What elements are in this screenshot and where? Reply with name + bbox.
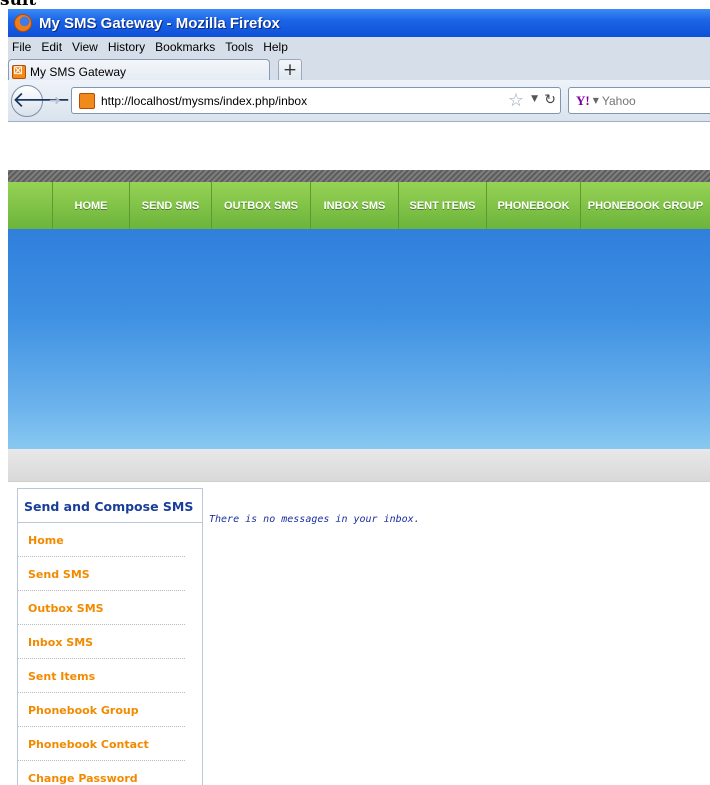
back-button[interactable]: 🡐 [11, 85, 71, 117]
menubar: File Edit View History Bookmarks Tools H… [8, 37, 710, 83]
sidebar-item-send-sms[interactable]: Send SMS [18, 557, 185, 591]
search-bar[interactable]: Y! ▼ [568, 87, 710, 114]
sidebar-item-phonebook-contact[interactable]: Phonebook Contact [18, 727, 185, 761]
nav-phonebook[interactable]: PHONEBOOK [486, 182, 580, 229]
yahoo-logo-icon[interactable]: Y! [576, 93, 590, 109]
forward-button[interactable]: ➜ [44, 91, 66, 111]
window-title: My SMS Gateway - Mozilla Firefox [39, 14, 280, 32]
menu-help[interactable]: Help [263, 40, 288, 54]
address-url: http://localhost/mysms/index.php/inbox [101, 93, 308, 108]
sidebar-item-change-password[interactable]: Change Password [18, 761, 185, 785]
nav-outbox-sms[interactable]: OUTBOX SMS [211, 182, 310, 229]
bookmark-star-icon[interactable]: ☆ [508, 90, 524, 111]
sidebar-item-phonebook-group[interactable]: Phonebook Group [18, 693, 185, 727]
xampp-favicon-icon [79, 92, 95, 109]
nav-home[interactable]: HOME [52, 182, 129, 229]
site-navigation: HOME SEND SMS OUTBOX SMS INBOX SMS SENT … [8, 182, 710, 229]
sidebar-item-sent-items[interactable]: Sent Items [18, 659, 185, 693]
browser-screenshot: sult My SMS Gateway - Mozilla Firefox Fi… [0, 0, 710, 785]
sidebar-item-inbox-sms[interactable]: Inbox SMS [18, 625, 185, 659]
history-dropdown-icon[interactable]: ▼ [531, 94, 538, 104]
address-bar[interactable]: http://localhost/mysms/index.php/inbox ☆… [71, 87, 561, 114]
menu-edit[interactable]: Edit [41, 40, 62, 54]
sidebar-title: Send and Compose SMS [18, 489, 202, 523]
sidebar-item-outbox-sms[interactable]: Outbox SMS [18, 591, 185, 625]
breadcrumb-bar [8, 449, 710, 482]
forward-arrow-icon: ➜ [49, 93, 61, 109]
window-titlebar: My SMS Gateway - Mozilla Firefox [8, 9, 710, 37]
menu-view[interactable]: View [72, 40, 98, 54]
xampp-favicon-icon [12, 63, 26, 79]
site-header-stripe [8, 170, 710, 182]
caption-fragment: sult [0, 0, 37, 10]
empty-inbox-message: There is no messages in your inbox. [209, 514, 420, 525]
menu-history[interactable]: History [108, 40, 145, 54]
search-engine-dropdown-icon[interactable]: ▼ [593, 96, 599, 105]
header-banner [8, 229, 710, 449]
sidebar-item-home[interactable]: Home [18, 523, 185, 557]
menu-file[interactable]: File [12, 40, 31, 54]
menu-tools[interactable]: Tools [225, 40, 253, 54]
nav-inbox-sms[interactable]: INBOX SMS [310, 182, 398, 229]
menu-bookmarks[interactable]: Bookmarks [155, 40, 215, 54]
sidebar-menu: Send and Compose SMS Home Send SMS Outbo… [17, 488, 203, 785]
navigation-toolbar: 🡐 ➜ http://localhost/mysms/index.php/inb… [8, 80, 710, 122]
tab-label: My SMS Gateway [30, 64, 127, 79]
reload-icon[interactable]: ↻ [544, 92, 556, 108]
nav-sent-items[interactable]: SENT ITEMS [398, 182, 486, 229]
search-input[interactable] [601, 93, 692, 108]
nav-send-sms[interactable]: SEND SMS [129, 182, 211, 229]
firefox-logo-icon [14, 14, 32, 32]
nav-phonebook-group[interactable]: PHONEBOOK GROUP [580, 182, 710, 229]
tab-strip: My SMS Gateway + [8, 59, 710, 83]
